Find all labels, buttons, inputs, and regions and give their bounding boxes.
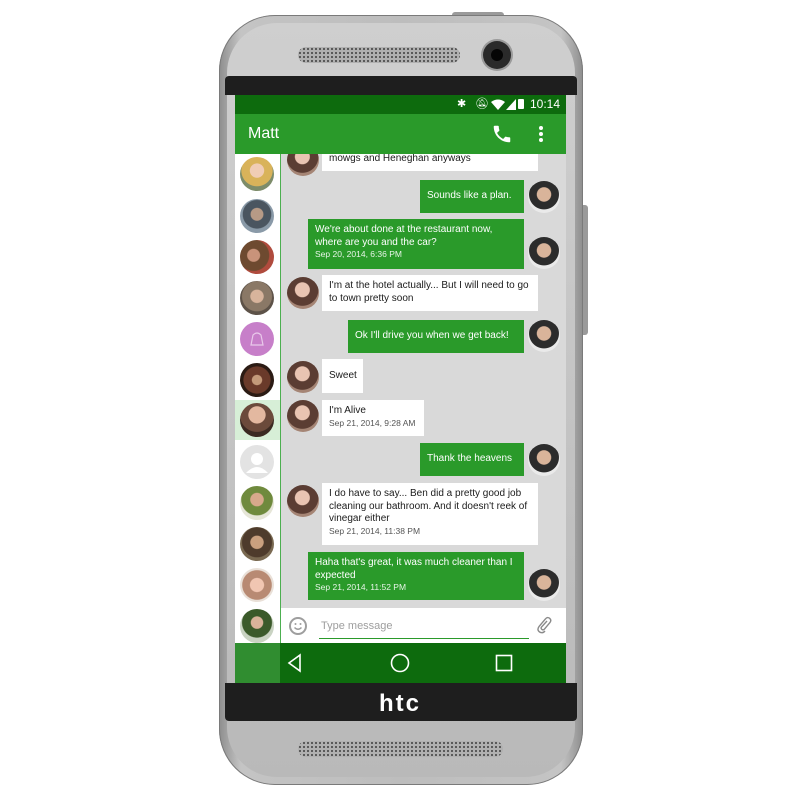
message-bubble[interactable]: Sounds like a plan. [420, 180, 524, 213]
own-avatar [528, 444, 560, 476]
mute-icon: 🔕︎ [475, 98, 489, 110]
sender-avatar [287, 154, 319, 176]
contacts-sidebar [235, 154, 281, 643]
wifi-icon [491, 99, 505, 110]
default-person-icon [246, 453, 268, 473]
battery-icon [518, 99, 524, 109]
default-avatar-icon [250, 332, 264, 346]
contact-avatar[interactable] [240, 609, 274, 643]
contact-avatar[interactable] [240, 157, 274, 191]
message-bubble[interactable]: I'm Alive Sep 21, 2014, 9:28 AM [322, 400, 424, 436]
emoji-icon[interactable] [289, 617, 307, 635]
app-bar: Matt [235, 114, 566, 154]
bluetooth-icon: ✱ [457, 98, 467, 110]
sender-avatar [287, 277, 319, 309]
message-input[interactable] [319, 614, 529, 639]
sender-avatar [287, 361, 319, 393]
contact-avatar[interactable] [240, 486, 274, 520]
message-bubble[interactable]: I do have to say... Ben did a pretty goo… [322, 483, 538, 545]
sender-avatar [287, 485, 319, 517]
message-text: mowgs and Heneghan anyways [329, 154, 471, 164]
message-timestamp: Sep 21, 2014, 11:52 PM [315, 582, 407, 592]
message-text: Haha that's great, it was much cleaner t… [315, 557, 513, 581]
attach-icon[interactable] [536, 616, 552, 634]
status-time: 10:14 [529, 97, 560, 111]
contact-avatar[interactable] [240, 527, 274, 561]
contact-avatar[interactable] [240, 199, 274, 233]
message-text: I do have to say... Ben did a pretty goo… [329, 488, 528, 524]
message-bubble[interactable]: mowgs and Heneghan anyways [322, 154, 538, 171]
conversation-title: Matt [248, 125, 280, 142]
message-composer [281, 608, 566, 643]
message-bubble[interactable]: We're about done at the restaurant now, … [308, 219, 524, 269]
message-timestamp: Sep 20, 2014, 6:36 PM [315, 249, 402, 259]
message-bubble[interactable]: Haha that's great, it was much cleaner t… [308, 552, 524, 600]
message-bubble[interactable]: Thank the heavens [420, 443, 524, 476]
screen-top-bezel [225, 76, 577, 95]
bottom-speaker-grille [298, 741, 503, 757]
message-timestamp: Sep 21, 2014, 9:28 AM [329, 417, 416, 428]
contact-avatar[interactable] [240, 568, 274, 602]
message-thread: mowgs and Heneghan anyways Sounds like a… [281, 154, 566, 608]
contact-avatar[interactable] [240, 240, 274, 274]
message-text: Sounds like a plan. [427, 190, 512, 201]
message-text: Thank the heavens [427, 453, 513, 464]
overflow-menu-icon[interactable] [538, 125, 544, 143]
own-avatar [528, 320, 560, 352]
message-bubble[interactable]: Sweet [322, 359, 363, 393]
call-icon[interactable] [491, 123, 513, 145]
home-icon[interactable] [389, 652, 411, 674]
message-text: Ok I'll drive you when we get back! [355, 330, 509, 341]
message-text: We're about done at the restaurant now, … [315, 224, 493, 248]
back-icon[interactable] [284, 652, 306, 674]
sidebar-nav-segment [235, 643, 280, 683]
contact-avatar-selected[interactable] [235, 400, 280, 440]
contact-avatar[interactable] [240, 322, 274, 356]
message-bubble[interactable]: I'm at the hotel actually... But I will … [322, 275, 538, 311]
status-bar: ✱ 🔕︎ 10:14 [235, 95, 566, 114]
signal-icon [506, 99, 516, 110]
message-bubble[interactable]: Ok I'll drive you when we get back! [348, 320, 524, 353]
phone-screen: ✱ 🔕︎ 10:14 Matt mowgs and Heneghan anywa… [235, 95, 566, 683]
front-camera [483, 41, 511, 69]
message-timestamp: Sep 21, 2014, 11:38 PM [329, 525, 421, 536]
navigation-bar [235, 643, 566, 683]
top-speaker-grille [298, 47, 460, 63]
emoji-face-icon [294, 623, 302, 630]
own-avatar [528, 237, 560, 269]
message-text: I'm at the hotel actually... But I will … [329, 280, 529, 304]
message-text: Sweet [329, 370, 357, 381]
own-avatar [528, 569, 560, 601]
contact-avatar[interactable] [240, 281, 274, 315]
message-text: I'm Alive [329, 405, 366, 416]
sender-avatar [287, 400, 319, 432]
contact-avatar[interactable] [240, 363, 274, 397]
recents-icon[interactable] [493, 652, 515, 674]
brand-logo: htc [379, 690, 421, 717]
contact-avatar[interactable] [240, 445, 274, 479]
own-avatar [528, 181, 560, 213]
